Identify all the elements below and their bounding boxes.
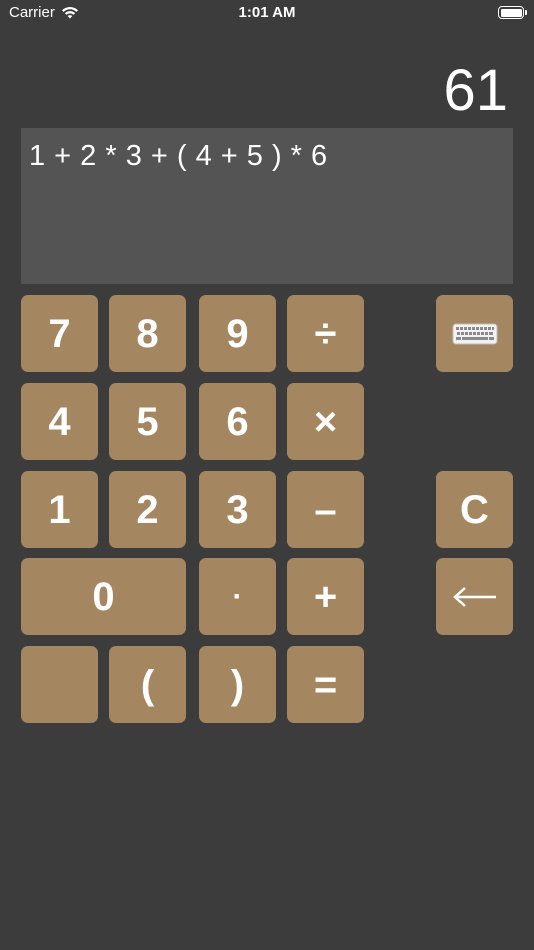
expression-field[interactable]: 1 + 2 * 3 + ( 4 + 5 ) * 6 xyxy=(21,128,513,284)
result-display: 61 xyxy=(443,58,508,123)
key-7-label: 7 xyxy=(48,311,71,356)
multiply-label: × xyxy=(313,399,338,444)
key-4[interactable]: 4 xyxy=(21,383,98,460)
close-paren-button[interactable]: ) xyxy=(199,646,276,723)
plus-label: + xyxy=(313,574,338,619)
plus-button[interactable]: + xyxy=(287,558,364,635)
key-8[interactable]: 8 xyxy=(109,295,186,372)
decimal-button[interactable]: · xyxy=(199,558,276,635)
key-1[interactable]: 1 xyxy=(21,471,98,548)
close-paren-label: ) xyxy=(230,662,245,707)
key-4-label: 4 xyxy=(48,399,71,444)
key-6-label: 6 xyxy=(226,399,249,444)
key-2[interactable]: 2 xyxy=(109,471,186,548)
key-9-label: 9 xyxy=(226,311,249,356)
key-3-label: 3 xyxy=(226,487,249,532)
key-2-label: 2 xyxy=(136,487,159,532)
multiply-button[interactable]: × xyxy=(287,383,364,460)
key-8-label: 8 xyxy=(136,311,159,356)
key-5-label: 5 xyxy=(136,399,159,444)
key-1-label: 1 xyxy=(48,487,71,532)
keyboard-button[interactable] xyxy=(436,295,513,372)
minus-button[interactable]: – xyxy=(287,471,364,548)
keyboard-icon xyxy=(452,323,498,345)
key-5[interactable]: 5 xyxy=(109,383,186,460)
key-0[interactable]: 0 xyxy=(21,558,186,635)
open-paren-label: ( xyxy=(140,662,155,707)
blank-button[interactable] xyxy=(21,646,98,723)
decimal-label: · xyxy=(232,579,243,613)
status-time: 1:01 AM xyxy=(238,4,296,21)
divide-label: ÷ xyxy=(314,311,337,356)
clear-button[interactable]: C xyxy=(436,471,513,548)
key-3[interactable]: 3 xyxy=(199,471,276,548)
open-paren-button[interactable]: ( xyxy=(109,646,186,723)
key-0-label: 0 xyxy=(92,574,115,619)
key-9[interactable]: 9 xyxy=(199,295,276,372)
backspace-button[interactable] xyxy=(436,558,513,635)
key-6[interactable]: 6 xyxy=(199,383,276,460)
backspace-arrow-icon xyxy=(451,585,499,609)
equals-label: = xyxy=(313,662,338,707)
divide-button[interactable]: ÷ xyxy=(287,295,364,372)
status-bar: Carrier 1:01 AM xyxy=(0,0,534,28)
equals-button[interactable]: = xyxy=(287,646,364,723)
expression-text: 1 + 2 * 3 + ( 4 + 5 ) * 6 xyxy=(29,140,328,172)
key-7[interactable]: 7 xyxy=(21,295,98,372)
minus-label: – xyxy=(314,487,337,532)
clear-label: C xyxy=(460,487,489,532)
battery-icon xyxy=(498,6,527,19)
